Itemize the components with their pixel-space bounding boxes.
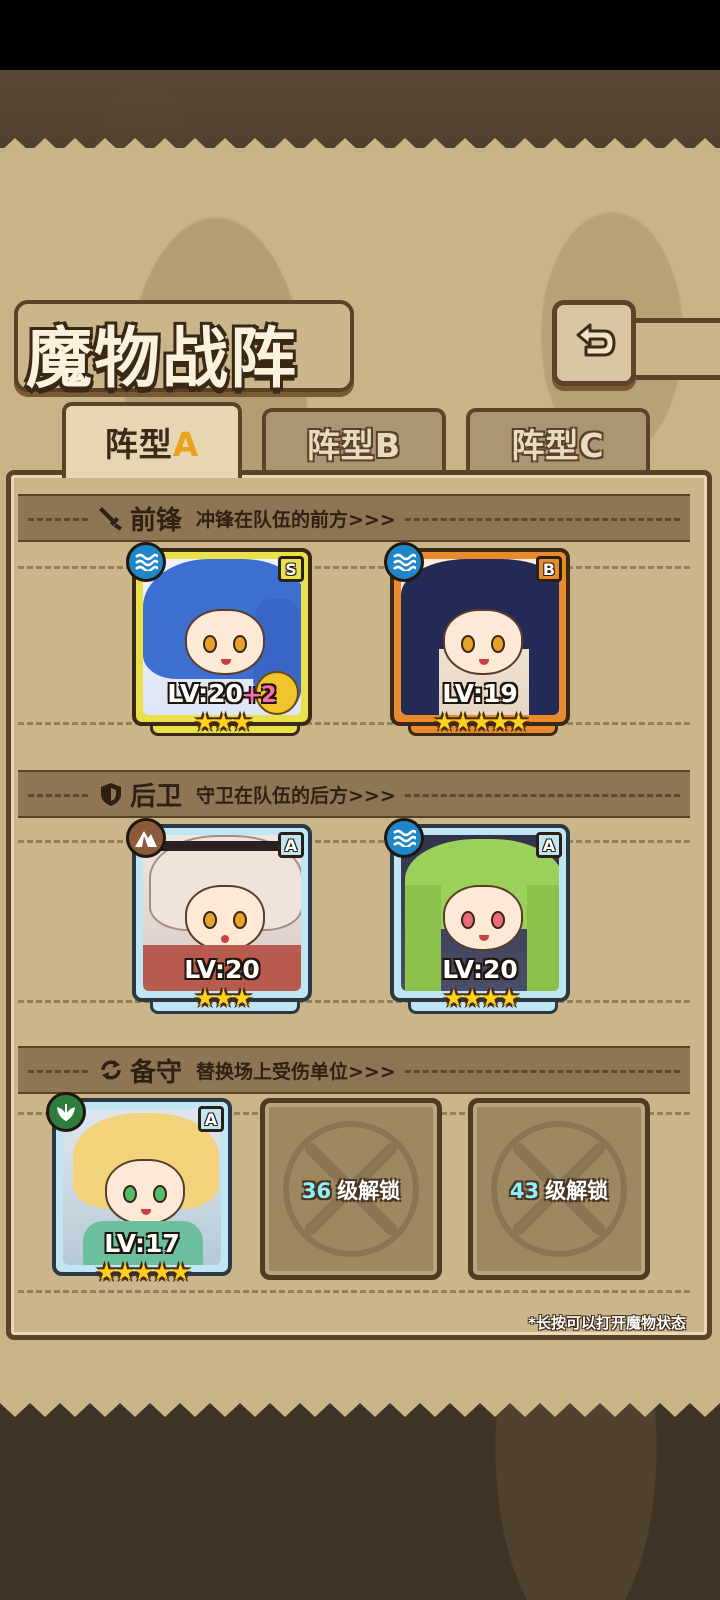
unit-level: LV:20 bbox=[184, 955, 260, 984]
section-rear-header: 后卫 守卫在队伍的后方>>> bbox=[18, 770, 690, 818]
rank-badge: A bbox=[278, 832, 304, 858]
leaf-icon bbox=[46, 1092, 86, 1132]
sword-icon bbox=[99, 507, 123, 531]
mountain-icon bbox=[126, 818, 166, 858]
water-icon bbox=[384, 542, 424, 582]
tab-formation-b-label: 阵型B bbox=[306, 426, 402, 465]
unit-card-reserve-1[interactable]: A LV:17 ★★★★★ bbox=[46, 1092, 232, 1286]
star-rating: ★★★ bbox=[194, 708, 253, 736]
unit-level: LV:19 bbox=[442, 679, 518, 708]
section-reserve-subtitle: 替换场上受伤单位>>> bbox=[196, 1060, 396, 1083]
swap-icon bbox=[101, 1060, 121, 1080]
slot-rail bbox=[18, 722, 690, 725]
rank-badge: B bbox=[536, 556, 562, 582]
tab-formation-c-label: 阵型C bbox=[511, 426, 605, 465]
unit-level: LV:20+2 bbox=[167, 679, 277, 708]
rank-badge: S bbox=[278, 556, 304, 582]
slot-rail bbox=[18, 1000, 690, 1003]
parchment-edge-bottom bbox=[0, 1385, 720, 1417]
unit-level: LV:20 bbox=[442, 955, 518, 984]
rank-badge: A bbox=[536, 832, 562, 858]
shield-icon bbox=[101, 783, 121, 806]
section-reserve-title: 备守 bbox=[130, 1057, 183, 1088]
long-press-hint: *长按可以打开魔物状态 bbox=[528, 1314, 686, 1332]
unit-card-front-2[interactable]: B LV:19 ★★★★★ bbox=[384, 542, 570, 736]
section-front-subtitle: 冲锋在队伍的前方>>> bbox=[196, 508, 396, 531]
back-button[interactable] bbox=[552, 300, 636, 386]
star-rating: ★★★ bbox=[194, 984, 253, 1012]
status-bar bbox=[0, 0, 720, 70]
unlock-requirement: 36 级解锁 bbox=[301, 1179, 401, 1203]
section-front-title: 前锋 bbox=[130, 505, 183, 536]
unit-card-rear-1[interactable]: A LV:20 ★★★ bbox=[126, 818, 312, 1012]
section-rear-subtitle: 守卫在队伍的后方>>> bbox=[196, 784, 396, 807]
star-rating: ★★★★ bbox=[442, 984, 520, 1012]
tab-formation-b[interactable]: 阵型B bbox=[262, 408, 446, 474]
tab-formation-a-label: 阵型A bbox=[104, 425, 200, 464]
water-icon bbox=[384, 818, 424, 858]
section-reserve-header: 备守 替换场上受伤单位>>> bbox=[18, 1046, 690, 1094]
section-rear-title: 后卫 bbox=[130, 781, 183, 812]
star-rating: ★★★★★ bbox=[433, 708, 530, 736]
return-arrow-icon bbox=[576, 323, 616, 357]
tab-formation-c[interactable]: 阵型C bbox=[466, 408, 650, 474]
unlock-requirement: 43 级解锁 bbox=[509, 1179, 609, 1203]
back-button-rail bbox=[630, 318, 720, 380]
water-icon bbox=[126, 542, 166, 582]
unit-card-rear-2[interactable]: A LV:20 ★★★★ bbox=[384, 818, 570, 1012]
section-front-header: 前锋 冲锋在队伍的前方>>> bbox=[18, 494, 690, 542]
slot-rail bbox=[18, 1290, 690, 1293]
locked-slot-2[interactable]: 43 级解锁 bbox=[468, 1098, 650, 1280]
locked-slot-1[interactable]: 36 级解锁 bbox=[260, 1098, 442, 1280]
tab-formation-a[interactable]: 阵型A bbox=[62, 402, 242, 478]
unit-card-front-1[interactable]: S LV:20+2 ★★★ bbox=[126, 542, 312, 736]
star-rating: ★★★★★ bbox=[95, 1258, 192, 1286]
unit-level: LV:17 bbox=[104, 1229, 180, 1258]
rank-badge: A bbox=[198, 1106, 224, 1132]
slot-rail bbox=[18, 840, 690, 843]
slot-rail bbox=[18, 566, 690, 569]
page-title: 魔物战阵 bbox=[26, 319, 298, 397]
